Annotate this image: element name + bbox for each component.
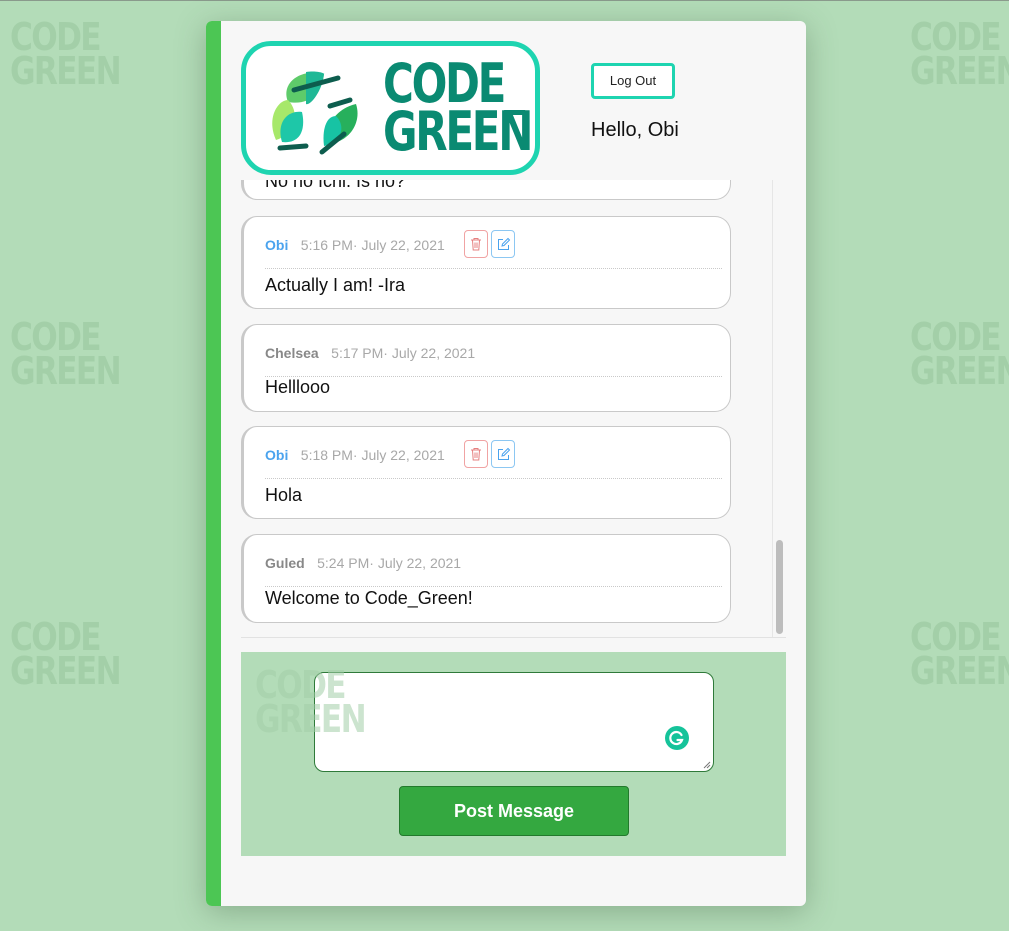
message-card: Chelsea 5:17 PM· July 22, 2021 Helllooo	[241, 324, 731, 412]
watermark-logo: CODEGREEN	[910, 315, 1009, 393]
watermark-logo: CODEGREEN	[10, 315, 122, 393]
message-card: Obi 5:18 PM· July 22, 2021 Hola	[241, 426, 731, 519]
message-author: Chelsea	[265, 345, 319, 361]
logo-wordmark: CODE_ GREEN	[383, 57, 533, 163]
trash-icon	[471, 448, 481, 461]
leaves-icon	[272, 71, 358, 155]
chat-card: CODE_ GREEN Log Out Hello, Obi No no Icn…	[206, 21, 806, 906]
watermark-logo: CODEGREEN	[910, 615, 1009, 693]
post-message-button[interactable]: Post Message	[399, 786, 629, 836]
message-card: Obi 5:16 PM· July 22, 2021 Actually I am…	[241, 216, 731, 309]
code-green-logo: CODE_ GREEN	[241, 41, 540, 175]
resize-handle-icon[interactable]	[703, 761, 711, 769]
watermark-logo: CODEGREEN	[255, 663, 367, 741]
delete-button[interactable]	[464, 230, 488, 258]
edit-icon	[498, 447, 511, 460]
delete-button[interactable]	[464, 440, 488, 468]
grammarly-icon[interactable]	[665, 726, 689, 750]
logout-button[interactable]: Log Out	[591, 63, 675, 99]
scrollbar-thumb[interactable]	[776, 540, 783, 634]
accent-bar	[206, 21, 221, 906]
watermark-logo: CODEGREEN	[10, 615, 122, 693]
message-author: Obi	[265, 447, 289, 463]
window-top-border	[0, 0, 1009, 1]
message-author: Guled	[265, 555, 305, 571]
message-timestamp: 5:16 PM· July 22, 2021	[300, 237, 445, 253]
message-header: Obi 5:18 PM· July 22, 2021	[265, 440, 722, 479]
logo-text-line2: GREEN	[383, 100, 533, 163]
message-text: Actually I am! -Ira	[265, 275, 406, 295]
message-text: No no Icni. Is no?	[265, 180, 406, 191]
message-author: Obi	[265, 237, 289, 253]
message-header: Chelsea 5:17 PM· July 22, 2021	[265, 345, 722, 377]
message-timestamp: 5:17 PM· July 22, 2021	[331, 345, 476, 361]
message-input[interactable]	[314, 672, 714, 772]
message-text: Hola	[265, 485, 303, 505]
message-timestamp: 5:18 PM· July 22, 2021	[300, 447, 445, 463]
watermark-logo: CODEGREEN	[10, 15, 122, 93]
edit-button[interactable]	[491, 440, 515, 468]
message-card: No no Icni. Is no?	[241, 180, 731, 200]
feed-scrollbar[interactable]	[772, 180, 786, 637]
trash-icon	[471, 238, 481, 251]
message-text: Welcome to Code_Green!	[265, 588, 473, 608]
greeting-text: Hello, Obi	[591, 119, 679, 141]
edit-button[interactable]	[491, 230, 515, 258]
message-text: Helllooo	[265, 377, 331, 397]
message-card: Guled 5:24 PM· July 22, 2021 Welcome to …	[241, 534, 731, 623]
watermark-logo: CODEGREEN	[910, 15, 1009, 93]
edit-icon	[498, 237, 511, 250]
message-feed[interactable]: No no Icni. Is no? Obi 5:16 PM· July 22,…	[241, 180, 786, 638]
message-header: Guled 5:24 PM· July 22, 2021	[265, 555, 722, 587]
message-timestamp: 5:24 PM· July 22, 2021	[317, 555, 462, 571]
message-header: Obi 5:16 PM· July 22, 2021	[265, 230, 722, 269]
